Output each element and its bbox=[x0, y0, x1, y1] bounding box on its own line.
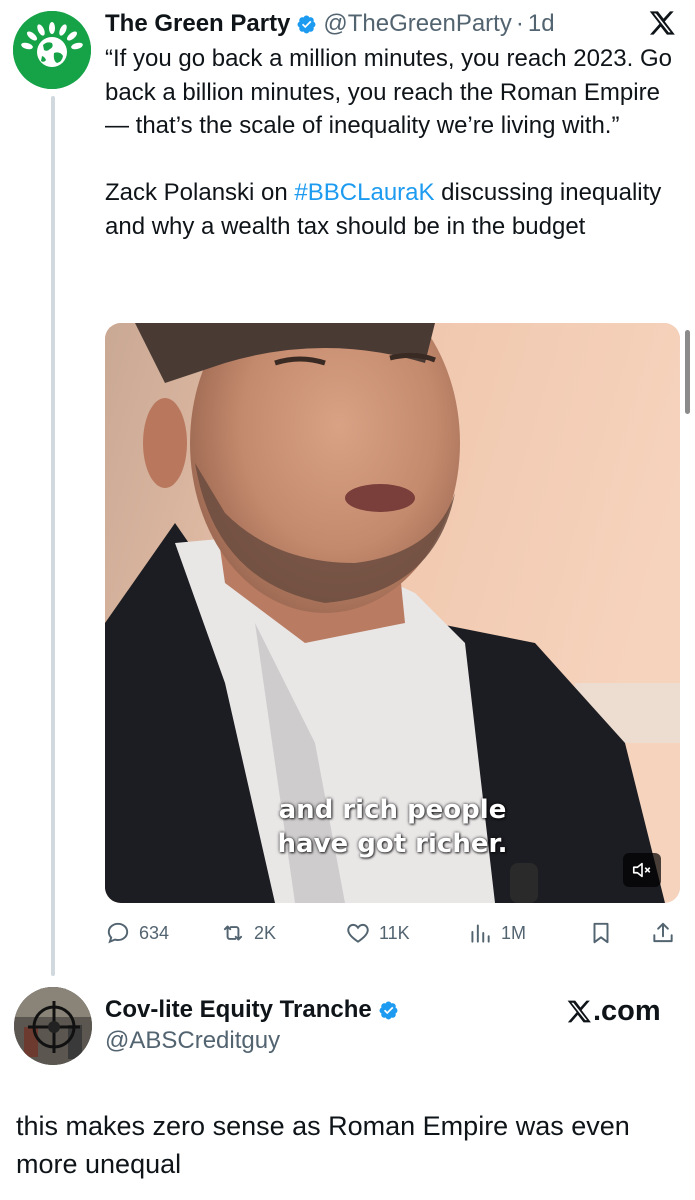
share-button[interactable] bbox=[650, 915, 676, 951]
like-button[interactable]: 11K bbox=[345, 915, 410, 951]
x-com-watermark: .com bbox=[566, 993, 661, 1029]
author-display-name[interactable]: The Green Party bbox=[105, 10, 290, 38]
time-separator: · bbox=[515, 10, 524, 37]
earth-leaves-icon bbox=[13, 11, 91, 89]
thread-connector-line bbox=[51, 96, 55, 976]
tweet-action-bar: 634 2K 11K 1M bbox=[105, 915, 680, 951]
mute-toggle-button[interactable] bbox=[623, 853, 661, 887]
reply-author-avatar[interactable] bbox=[14, 987, 92, 1065]
share-upload-icon bbox=[653, 922, 673, 943]
video-caption: and rich people have got richer. bbox=[105, 793, 680, 861]
bookmark-button[interactable] bbox=[588, 915, 614, 951]
heart-icon bbox=[347, 923, 369, 943]
verified-badge-icon bbox=[378, 1000, 399, 1021]
description-prefix: Zack Polanski on bbox=[105, 179, 295, 206]
crosshair-portrait-avatar bbox=[14, 987, 92, 1065]
green-party-avatar[interactable] bbox=[13, 11, 91, 89]
repost-count: 2K bbox=[254, 922, 277, 943]
author-handle[interactable]: @TheGreenParty bbox=[323, 10, 511, 38]
reply-body-text: this makes zero sense as Roman Empire wa… bbox=[16, 1111, 630, 1179]
hashtag-link[interactable]: #BBCLauraK bbox=[294, 179, 434, 206]
tweet-timestamp[interactable]: 1d bbox=[528, 10, 555, 38]
scrollbar-thumb[interactable] bbox=[685, 330, 690, 414]
like-count: 11K bbox=[379, 922, 410, 943]
x-logo-icon bbox=[648, 8, 676, 38]
tweet-description-text: Zack Polanski on #BBCLauraK discussing i… bbox=[105, 176, 680, 243]
analytics-bars-icon bbox=[471, 924, 490, 943]
reply-bubble-icon bbox=[107, 922, 129, 944]
reply-button[interactable]: 634 bbox=[105, 915, 169, 951]
bookmark-icon bbox=[593, 922, 609, 944]
view-count: 1M bbox=[501, 922, 527, 943]
video-player[interactable]: and rich people have got richer. bbox=[105, 323, 680, 903]
views-button[interactable]: 1M bbox=[467, 915, 526, 951]
x-logo-icon bbox=[567, 1000, 591, 1022]
tweet-header: The Green Party @TheGreenParty · 1d bbox=[105, 8, 555, 40]
repost-icon bbox=[223, 925, 243, 941]
reply-author-handle[interactable]: @ABSCreditguy bbox=[105, 1027, 280, 1055]
speaker-muted-icon bbox=[632, 862, 651, 878]
caption-line-2: have got richer. bbox=[277, 829, 508, 859]
reply-count: 634 bbox=[139, 922, 170, 943]
tweet-body: “If you go back a million minutes, you r… bbox=[105, 42, 680, 243]
repost-button[interactable]: 2K bbox=[220, 915, 276, 951]
reply-author-name-row: Cov-lite Equity Tranche bbox=[105, 994, 405, 1026]
x-com-label: .com bbox=[593, 994, 661, 1027]
verified-badge-icon bbox=[296, 14, 317, 35]
tweet-quote-text: “If you go back a million minutes, you r… bbox=[105, 45, 672, 139]
reply-author-display-name[interactable]: Cov-lite Equity Tranche bbox=[105, 996, 372, 1024]
caption-line-1: and rich people bbox=[278, 795, 507, 825]
